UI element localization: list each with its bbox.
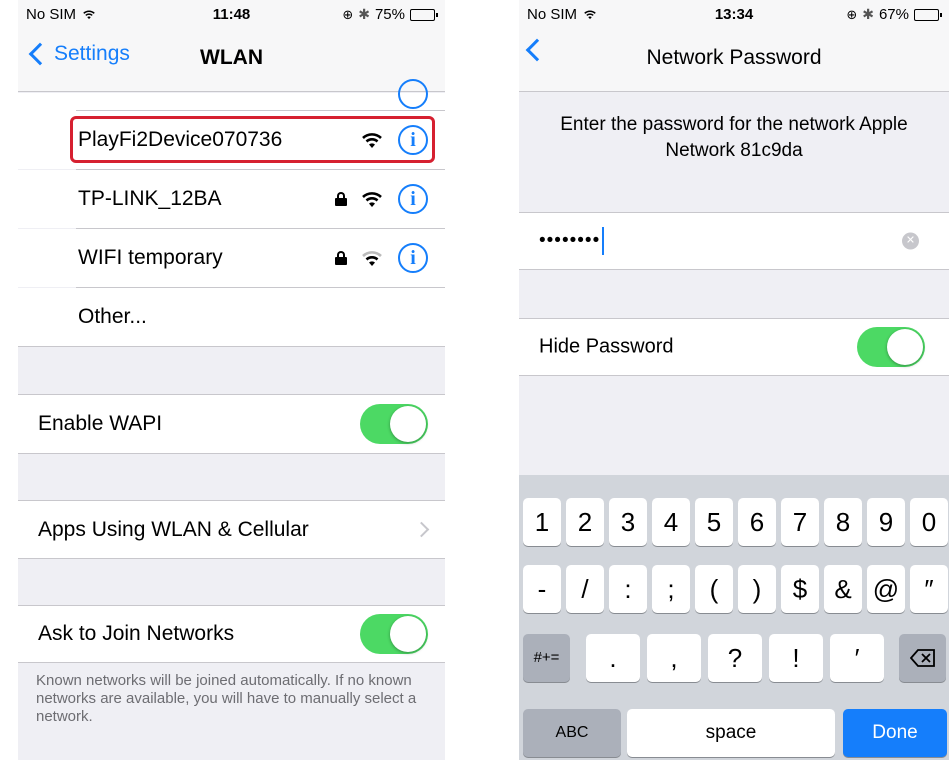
navigation-bar: Settings WLAN (18, 28, 445, 92)
status-right: ⊕ ✱ 67% (846, 6, 942, 23)
password-field[interactable]: •••••••• ✕ (519, 213, 949, 269)
symbol-key[interactable]: - (523, 565, 561, 613)
apps-using-wlan-label: Apps Using WLAN & Cellular (38, 517, 309, 541)
number-key[interactable]: 3 (609, 498, 647, 546)
battery-percent: 75% (374, 6, 405, 23)
divider (519, 269, 949, 270)
other-network-row[interactable]: Other... (18, 288, 445, 346)
hide-password-row: Hide Password (519, 319, 949, 375)
number-key[interactable]: 8 (824, 498, 862, 546)
bluetooth-icon: ✱ (862, 6, 874, 22)
symbol-key[interactable]: / (566, 565, 604, 613)
info-icon[interactable] (398, 79, 428, 109)
number-key[interactable]: 4 (652, 498, 690, 546)
hide-password-label: Hide Password (539, 335, 674, 358)
page-title: Network Password (646, 46, 822, 69)
battery-icon (410, 8, 438, 21)
hide-password-toggle[interactable] (857, 327, 925, 367)
symbols-key[interactable]: #+= (523, 634, 570, 682)
punctuation-key[interactable]: ? (708, 634, 762, 682)
navigation-bar: Network Password (519, 28, 949, 92)
ask-to-join-footnote: Known networks will be joined automatica… (36, 672, 417, 725)
number-key[interactable]: 7 (781, 498, 819, 546)
prompt-line: Enter the password for the network Apple (560, 114, 908, 135)
status-right: ⊕ ✱ 75% (342, 6, 438, 23)
clear-text-icon[interactable]: ✕ (902, 232, 919, 250)
ask-to-join-label: Ask to Join Networks (38, 622, 235, 645)
network-name: WIFI temporary (78, 246, 223, 269)
divider (18, 453, 445, 454)
enable-wapi-label: Enable WAPI (38, 412, 163, 435)
punctuation-key[interactable]: ! (769, 634, 823, 682)
symbol-key[interactable]: @ (867, 565, 905, 613)
symbol-key[interactable]: ; (652, 565, 690, 613)
divider (18, 346, 445, 347)
keyboard: 1234567890 - /:;() $ & @ ″ #+= .,?! ′ ABC spac… (519, 475, 949, 760)
network-row[interactable]: TP-LINK_12BA i (18, 170, 445, 228)
network-password-screen: No SIM 13:34 ⊕ ✱ 67% Network Password En… (519, 0, 949, 760)
bluetooth-icon: ✱ (358, 6, 370, 22)
symbol-key[interactable]: ″ (910, 565, 948, 613)
number-key[interactable]: 2 (566, 498, 604, 546)
punctuation-key[interactable]: . (586, 634, 640, 682)
wlan-settings-screen: No SIM 11:48 ⊕ ✱ 75% Settings WLAN PlayF… (18, 0, 445, 760)
rotation-lock-icon: ⊕ (342, 6, 354, 22)
lock-icon (335, 251, 347, 265)
number-key[interactable]: 5 (695, 498, 733, 546)
wifi-signal-icon (362, 251, 382, 266)
backspace-key[interactable] (899, 634, 946, 682)
wifi-signal-icon (362, 192, 382, 207)
symbol-key[interactable]: ( (695, 565, 733, 613)
punctuation-key[interactable]: , (647, 634, 701, 682)
backspace-icon (909, 649, 935, 667)
lock-icon (335, 192, 347, 206)
apps-using-wlan-row[interactable]: Apps Using WLAN & Cellular (18, 501, 445, 558)
status-bar: No SIM 13:34 ⊕ ✱ 67% (519, 0, 949, 28)
text-cursor (602, 227, 605, 255)
number-key[interactable]: 6 (738, 498, 776, 546)
prompt-line: Network 81c9da (665, 140, 803, 161)
network-row-partial (18, 79, 445, 111)
enable-wapi-row: Enable WAPI (18, 395, 445, 453)
other-label: Other... (78, 305, 147, 328)
info-icon[interactable]: i (398, 184, 428, 214)
done-key[interactable]: Done (843, 709, 947, 757)
password-value: •••••••• (539, 227, 605, 255)
punctuation-key[interactable]: ′ (830, 634, 884, 682)
divider (18, 558, 445, 559)
password-prompt: Enter the password for the network Apple… (519, 112, 949, 164)
space-key[interactable]: space (627, 709, 835, 757)
symbol-key[interactable]: $ (781, 565, 819, 613)
number-key[interactable]: 1 (523, 498, 561, 546)
battery-percent: 67% (878, 6, 909, 23)
symbol-key[interactable]: : (609, 565, 647, 613)
highlight-box (70, 116, 435, 163)
page-title: WLAN (200, 46, 263, 69)
symbol-key[interactable]: ) (738, 565, 776, 613)
abc-key[interactable]: ABC (523, 709, 621, 757)
number-key[interactable]: 9 (867, 498, 905, 546)
enable-wapi-toggle[interactable] (360, 404, 428, 444)
divider (18, 662, 445, 663)
network-name: TP-LINK_12BA (78, 187, 222, 210)
network-row[interactable]: WIFI temporary i (18, 229, 445, 287)
rotation-lock-icon: ⊕ (846, 6, 858, 22)
divider (519, 375, 949, 376)
battery-icon (914, 8, 942, 21)
ask-to-join-row: Ask to Join Networks (18, 606, 445, 662)
ask-to-join-toggle[interactable] (360, 614, 428, 654)
status-bar: No SIM 11:48 ⊕ ✱ 75% (18, 0, 445, 28)
chevron-right-icon (413, 521, 430, 538)
number-key[interactable]: 0 (910, 498, 948, 546)
symbol-key[interactable]: & (824, 565, 862, 613)
info-icon[interactable]: i (398, 243, 428, 273)
